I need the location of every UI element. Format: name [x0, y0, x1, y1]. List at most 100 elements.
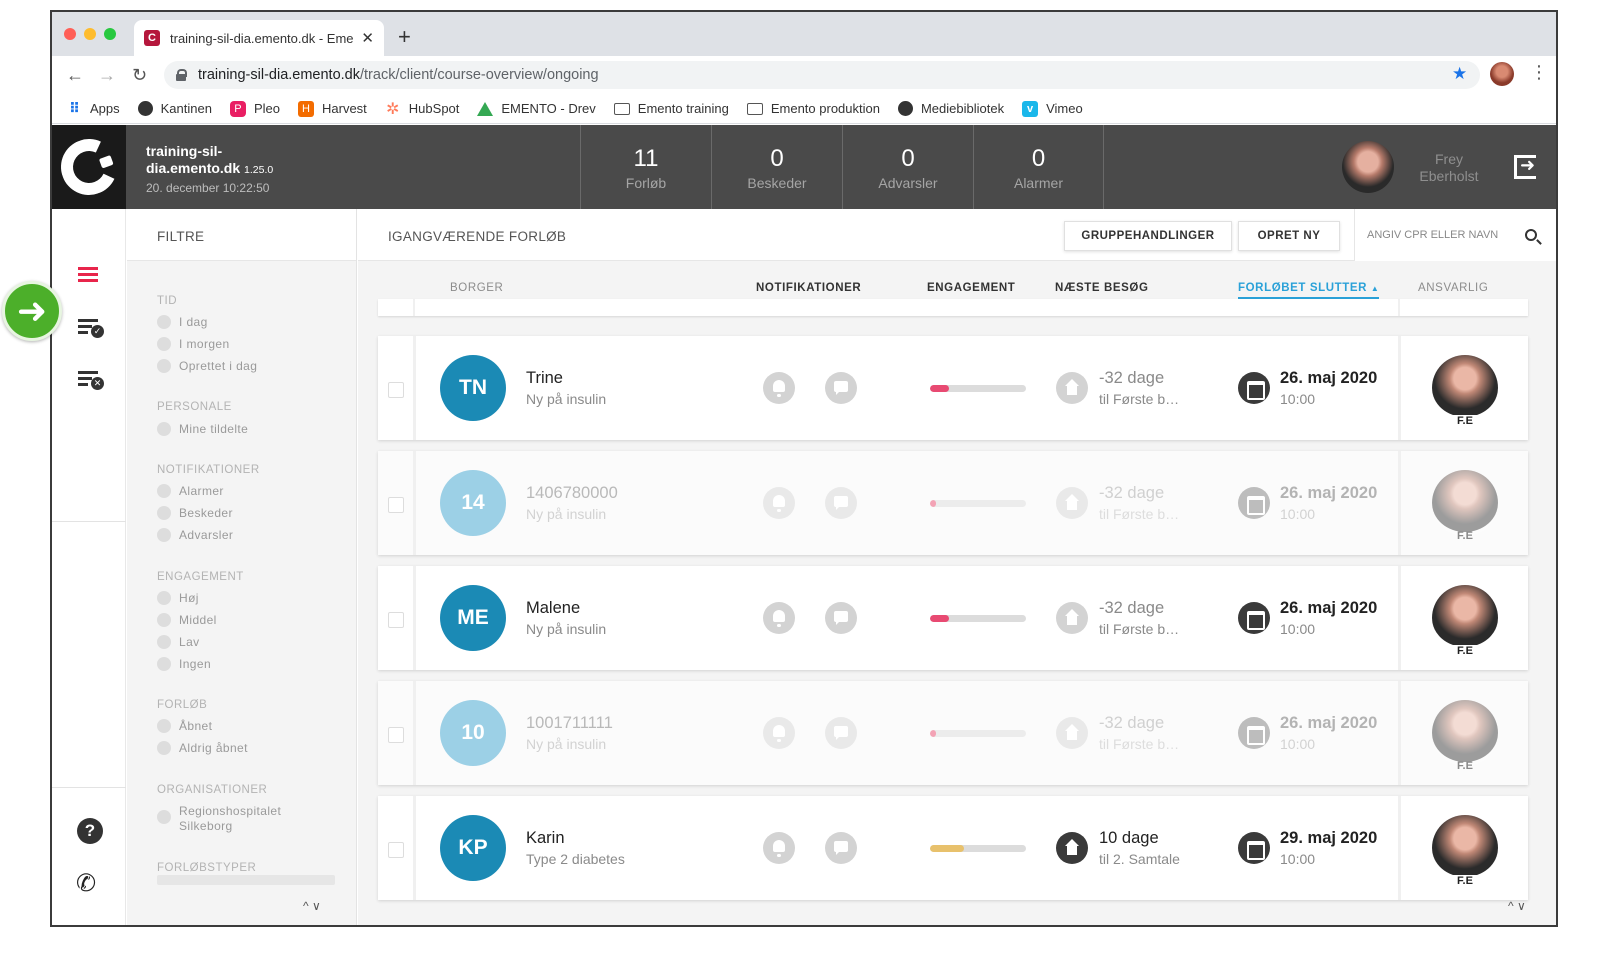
responsible-avatar[interactable] — [1432, 700, 1498, 766]
minimize-window-button[interactable] — [84, 28, 96, 40]
filter-option[interactable]: I morgen — [157, 337, 230, 351]
row-checkbox[interactable] — [388, 842, 404, 858]
table-row[interactable]: ME Malene Ny på insulin -32 dage til Første … — [378, 566, 1528, 670]
filter-option[interactable]: Mine tildelte — [157, 422, 248, 436]
responsible-avatar[interactable] — [1432, 355, 1498, 421]
column-header-ansvarlig[interactable]: ANSVARLIG — [1418, 282, 1488, 294]
emento-logo[interactable] — [52, 125, 126, 209]
new-tab-button[interactable]: + — [398, 24, 411, 50]
bookmark-emento-produktion[interactable]: Emento produktion — [746, 101, 880, 116]
filter-option[interactable]: Ingen — [157, 657, 211, 671]
filter-option[interactable]: Advarsler — [157, 528, 233, 542]
table-row[interactable]: 10 1001711111 Ny på insulin -32 dage til Før… — [378, 681, 1528, 785]
filter-radio[interactable] — [157, 315, 171, 329]
bookmark-pleo[interactable]: P Pleo — [229, 100, 280, 117]
browser-profile-avatar[interactable] — [1490, 62, 1514, 86]
forward-arrow-icon[interactable]: → — [98, 65, 116, 86]
filter-option[interactable]: Alarmer — [157, 484, 224, 498]
bookmark-harvest[interactable]: H Harvest — [298, 100, 367, 117]
filter-radio[interactable] — [157, 506, 171, 520]
table-row[interactable]: 14 1406780000 Ny på insulin -32 dage til Før… — [378, 451, 1528, 555]
filter-radio[interactable] — [157, 484, 171, 498]
scroll-chevrons-icon[interactable]: ^ ∨ — [303, 899, 321, 913]
filter-radio[interactable] — [157, 635, 171, 649]
patient-name[interactable]: Malene — [526, 599, 580, 618]
user-avatar[interactable] — [1342, 141, 1394, 193]
browser-menu-icon[interactable]: ⋮ — [1530, 62, 1548, 83]
message-icon[interactable] — [825, 717, 857, 749]
column-header-naeste-besoeg[interactable]: NÆSTE BESØG — [1055, 282, 1149, 294]
bookmark-hubspot[interactable]: ✲ HubSpot — [385, 101, 459, 118]
list-check-icon[interactable]: ✓ — [78, 319, 104, 338]
filter-radio[interactable] — [157, 528, 171, 542]
bookmark-emento-drev[interactable]: EMENTO - Drev — [477, 101, 596, 116]
filter-option[interactable]: Oprettet i dag — [157, 359, 257, 373]
column-header-engagement[interactable]: ENGAGEMENT — [927, 282, 1015, 294]
help-icon[interactable]: ? — [77, 818, 103, 844]
filter-radio[interactable] — [157, 810, 171, 824]
bell-icon[interactable] — [763, 487, 795, 519]
group-actions-button[interactable]: GRUPPEHANDLINGER — [1064, 221, 1232, 251]
table-row[interactable]: KP Karin Type 2 diabetes 10 dage til 2. Samt… — [378, 796, 1528, 900]
filter-radio[interactable] — [157, 719, 171, 733]
url-bar[interactable]: training-sil-dia.emento.dk/track/client/… — [164, 61, 1480, 89]
responsible-avatar[interactable] — [1432, 470, 1498, 536]
create-new-button[interactable]: OPRET NY — [1238, 221, 1340, 251]
list-icon[interactable] — [78, 267, 98, 282]
column-header-borger[interactable]: BORGER — [450, 282, 503, 294]
message-icon[interactable] — [825, 372, 857, 404]
list-x-icon[interactable]: ✕ — [78, 371, 104, 390]
tab-close-icon[interactable]: ✕ — [361, 29, 374, 47]
filter-option[interactable]: Åbnet — [157, 719, 212, 733]
maximize-window-button[interactable] — [104, 28, 116, 40]
filter-radio[interactable] — [157, 591, 171, 605]
table-row[interactable]: TN Trine Ny på insulin -32 dage til Første b… — [378, 336, 1528, 440]
filter-option[interactable]: Høj — [157, 591, 199, 605]
row-checkbox[interactable] — [388, 497, 404, 513]
bookmark-apps[interactable]: ⠿ Apps — [66, 100, 120, 117]
bookmark-star-icon[interactable]: ★ — [1452, 64, 1467, 84]
bell-icon[interactable] — [763, 717, 795, 749]
search-icon[interactable] — [1525, 229, 1537, 241]
patient-name[interactable]: Trine — [526, 369, 563, 388]
patient-name[interactable]: Karin — [526, 829, 565, 848]
bell-icon[interactable] — [763, 832, 795, 864]
bookmark-vimeo[interactable]: v Vimeo — [1022, 100, 1083, 117]
column-header-forloebet-slutter[interactable]: FORLØBET SLUTTER ▲ — [1238, 282, 1380, 299]
patient-name[interactable]: 1406780000 — [526, 484, 618, 503]
filter-radio[interactable] — [157, 422, 171, 436]
filter-option[interactable]: Lav — [157, 635, 200, 649]
row-checkbox[interactable] — [388, 727, 404, 743]
stat-forloeb[interactable]: 11 Forløb — [580, 125, 711, 209]
message-icon[interactable] — [825, 832, 857, 864]
responsible-avatar[interactable] — [1432, 815, 1498, 881]
close-window-button[interactable] — [64, 28, 76, 40]
bell-icon[interactable] — [763, 602, 795, 634]
stat-alarmer[interactable]: 0 Alarmer — [973, 125, 1104, 209]
phone-queue-icon[interactable]: ✆ — [76, 869, 96, 898]
message-icon[interactable] — [825, 602, 857, 634]
filter-radio[interactable] — [157, 359, 171, 373]
filter-radio[interactable] — [157, 657, 171, 671]
filter-option[interactable]: I dag — [157, 315, 208, 329]
filter-radio[interactable] — [157, 613, 171, 627]
row-checkbox[interactable] — [388, 612, 404, 628]
browser-tab[interactable]: C training-sil-dia.emento.dk - Eme ✕ — [134, 20, 384, 56]
bookmark-mediebibliotek[interactable]: Mediebibliotek — [897, 101, 1004, 116]
bookmark-emento-training[interactable]: Emento training — [613, 101, 729, 116]
stat-beskeder[interactable]: 0 Beskeder — [711, 125, 842, 209]
scroll-chevrons-icon[interactable]: ^ ∨ — [1508, 899, 1526, 913]
back-arrow-icon[interactable]: ← — [66, 65, 84, 86]
bell-icon[interactable] — [763, 372, 795, 404]
column-header-notifikationer[interactable]: NOTIFIKATIONER — [756, 282, 861, 294]
filter-option[interactable]: Aldrig åbnet — [157, 741, 248, 755]
filter-radio[interactable] — [157, 337, 171, 351]
filter-option[interactable]: Beskeder — [157, 506, 233, 520]
bookmark-kantinen[interactable]: Kantinen — [137, 101, 212, 116]
responsible-avatar[interactable] — [1432, 585, 1498, 651]
row-checkbox[interactable] — [388, 382, 404, 398]
filter-radio[interactable] — [157, 741, 171, 755]
stat-advarsler[interactable]: 0 Advarsler — [842, 125, 973, 209]
logout-icon[interactable] — [1514, 155, 1536, 179]
filter-option[interactable]: Regionshospitalet Silkeborg — [157, 804, 297, 834]
